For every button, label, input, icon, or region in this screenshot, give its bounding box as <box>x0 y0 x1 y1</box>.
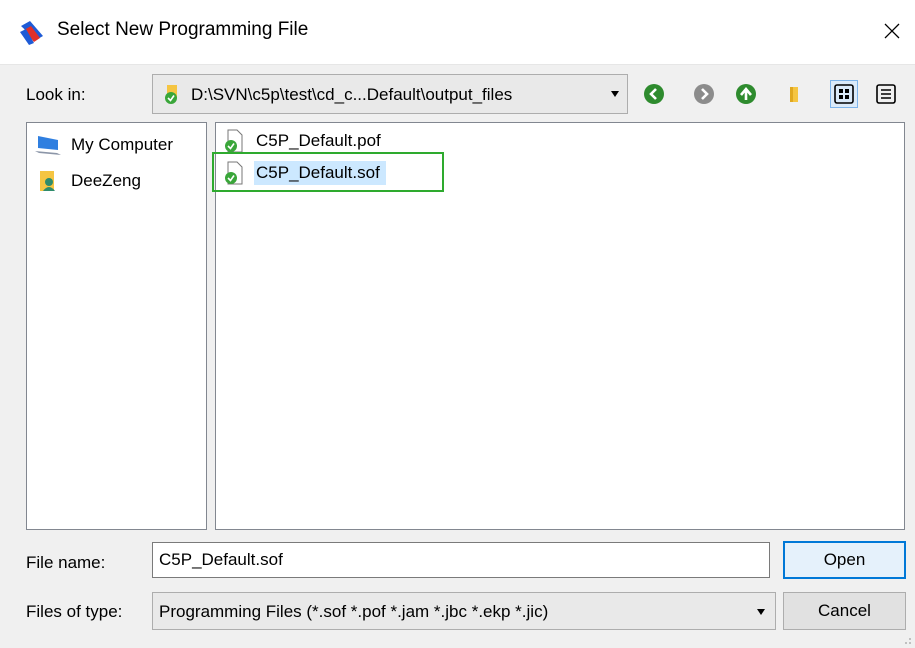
file-icon <box>225 129 243 153</box>
up-arrow-icon <box>736 84 756 104</box>
file-name-label: C5P_Default.sof <box>254 161 386 185</box>
look-in-label: Look in: <box>26 85 86 104</box>
place-item-my-computer[interactable]: My Computer <box>35 131 173 159</box>
look-in-dropdown[interactable]: D:\SVN\c5p\test\cd_c...Default\output_fi… <box>152 74 628 114</box>
place-label: My Computer <box>71 135 174 154</box>
look-in-path: D:\SVN\c5p\test\cd_c...Default\output_fi… <box>191 85 513 104</box>
resize-grip-icon[interactable] <box>902 635 912 645</box>
back-button[interactable] <box>640 80 668 108</box>
forward-button[interactable] <box>690 80 718 108</box>
chevron-down-icon <box>757 609 765 615</box>
close-icon <box>884 23 900 39</box>
back-arrow-icon <box>644 84 664 104</box>
file-icon <box>225 161 243 185</box>
select-programming-file-dialog: Select New Programming File Look in: D:\… <box>0 0 915 648</box>
cancel-button[interactable]: Cancel <box>783 592 906 630</box>
close-button[interactable] <box>869 0 915 62</box>
file-type-value: Programming Files (*.sof *.pof *.jam *.j… <box>159 602 549 621</box>
file-name-label: C5P_Default.pof <box>256 131 381 150</box>
place-item-deezeng[interactable]: DeeZeng <box>35 167 141 195</box>
file-item-sof[interactable]: C5P_Default.sof <box>224 159 386 187</box>
file-item-pof[interactable]: C5P_Default.pof <box>224 127 381 155</box>
up-folder-button[interactable] <box>732 80 760 108</box>
forward-arrow-icon <box>694 84 714 104</box>
user-folder-icon <box>40 171 55 191</box>
file-type-label: Files of type: <box>26 602 123 621</box>
list-view-icon <box>834 84 854 104</box>
file-name-label: File name: <box>26 553 106 572</box>
places-sidebar: My Computer DeeZeng <box>26 122 207 530</box>
place-label: DeeZeng <box>71 171 141 190</box>
title-bar[interactable]: Select New Programming File <box>0 0 915 65</box>
file-type-dropdown[interactable]: Programming Files (*.sof *.pof *.jam *.j… <box>152 592 776 630</box>
folder-icon <box>790 87 798 102</box>
open-button[interactable]: Open <box>783 541 906 579</box>
file-list: C5P_Default.pof C5P_Default.sof <box>215 122 905 530</box>
list-view-button[interactable] <box>830 80 858 108</box>
file-name-input[interactable] <box>152 542 770 578</box>
chevron-down-icon <box>611 91 619 97</box>
computer-icon <box>35 136 61 155</box>
detail-view-button[interactable] <box>872 80 900 108</box>
new-folder-button[interactable] <box>780 80 808 108</box>
programmer-app-icon <box>18 18 46 46</box>
detail-view-icon <box>876 84 896 104</box>
window-title: Select New Programming File <box>57 19 309 40</box>
folder-status-icon <box>163 84 181 106</box>
